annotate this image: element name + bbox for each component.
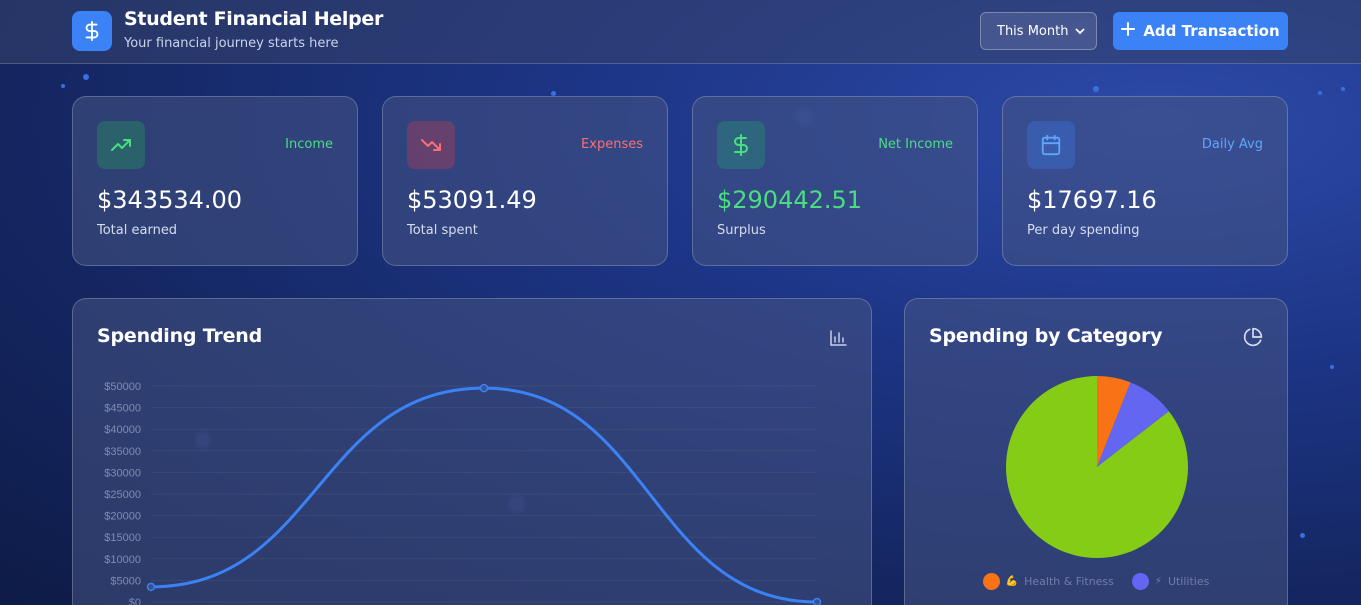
y-tick-label: $15000 <box>104 532 141 544</box>
daily-avg-card: Daily Avg $17697.16 Per day spending <box>1002 96 1288 266</box>
stat-label: Net Income <box>878 137 953 152</box>
y-tick-label: $40000 <box>104 424 141 436</box>
stat-label: Expenses <box>581 137 643 152</box>
background-dot <box>1300 533 1305 538</box>
y-tick-label: $20000 <box>104 511 141 523</box>
spending-trend-chart: $0 $5000 $10000 $15000 $20000 $25000 $30000 $35… <box>104 381 822 605</box>
background-dot <box>83 74 89 80</box>
legend-item[interactable]: 💪 Health & Fitness <box>982 573 1114 590</box>
expenses-card: Expenses $53091.49 Total spent <box>382 96 668 266</box>
background-dot <box>1330 365 1334 369</box>
stat-value: $343534.00 <box>97 186 243 214</box>
y-tick-label: $45000 <box>104 403 141 415</box>
legend-swatch <box>1131 573 1149 590</box>
spending-trend-panel: Spending Trend $0 $5000 $10000 $15000 $20000… <box>72 298 872 605</box>
app-title: Student Financial Helper <box>124 8 384 30</box>
y-tick-label: $0 <box>129 597 141 605</box>
stat-subtitle: Per day spending <box>1027 223 1140 238</box>
data-point[interactable] <box>479 383 489 393</box>
stat-subtitle: Total earned <box>97 223 178 238</box>
stat-label: Income <box>285 137 333 152</box>
y-tick-label: $10000 <box>104 554 141 566</box>
stat-value: $17697.16 <box>1027 186 1157 214</box>
net-income-card: Net Income $290442.51 Surplus <box>692 96 978 266</box>
category-panel: Spending by Category 💪 Health & Fitness … <box>904 298 1288 605</box>
stat-value: $290442.51 <box>717 186 863 214</box>
y-tick-label: $35000 <box>104 446 141 458</box>
plus-icon <box>1121 22 1136 40</box>
data-point[interactable] <box>812 597 822 605</box>
legend-label: Utilities <box>1167 575 1210 588</box>
stat-value: $53091.49 <box>407 186 537 214</box>
trending-up-icon <box>97 121 145 169</box>
app-header: Student Financial Helper Your financial … <box>0 0 1361 64</box>
stat-subtitle: Surplus <box>717 223 766 238</box>
background-dot <box>1093 86 1099 92</box>
y-tick-label: $50000 <box>104 381 141 393</box>
legend-item[interactable]: ⚡ Utilities <box>1131 573 1210 590</box>
stat-subtitle: Total spent <box>407 223 478 238</box>
dollar-icon <box>717 121 765 169</box>
data-point[interactable] <box>146 582 156 592</box>
background-dot <box>61 84 65 88</box>
trend-line <box>150 386 818 604</box>
chevron-down-icon <box>1074 25 1086 41</box>
stat-label: Daily Avg <box>1201 137 1263 152</box>
app-subtitle: Your financial journey starts here <box>124 36 339 51</box>
income-card: Income $343534.00 Total earned <box>72 96 358 266</box>
legend-label: Health & Fitness <box>1024 575 1114 588</box>
background-dot <box>1318 91 1322 95</box>
y-tick-label: $5000 <box>110 575 141 587</box>
category-pie-chart <box>1006 376 1188 558</box>
legend-emoji: 💪 <box>1005 576 1019 587</box>
trending-down-icon <box>407 121 455 169</box>
calendar-icon <box>1027 121 1075 169</box>
pie-legend: 💪 Health & Fitness ⚡ Utilities <box>905 573 1287 590</box>
add-transaction-label: Add Transaction <box>1143 22 1280 40</box>
y-tick-label: $30000 <box>104 467 141 479</box>
y-tick-label: $25000 <box>104 489 141 501</box>
legend-emoji: ⚡ <box>1154 576 1162 587</box>
add-transaction-button[interactable]: Add Transaction <box>1113 12 1288 50</box>
background-dot <box>1341 87 1345 91</box>
period-select-value: This Month <box>997 23 1069 39</box>
period-select[interactable]: This Month <box>980 12 1097 50</box>
legend-swatch <box>982 573 1000 590</box>
dollar-icon <box>72 11 112 51</box>
